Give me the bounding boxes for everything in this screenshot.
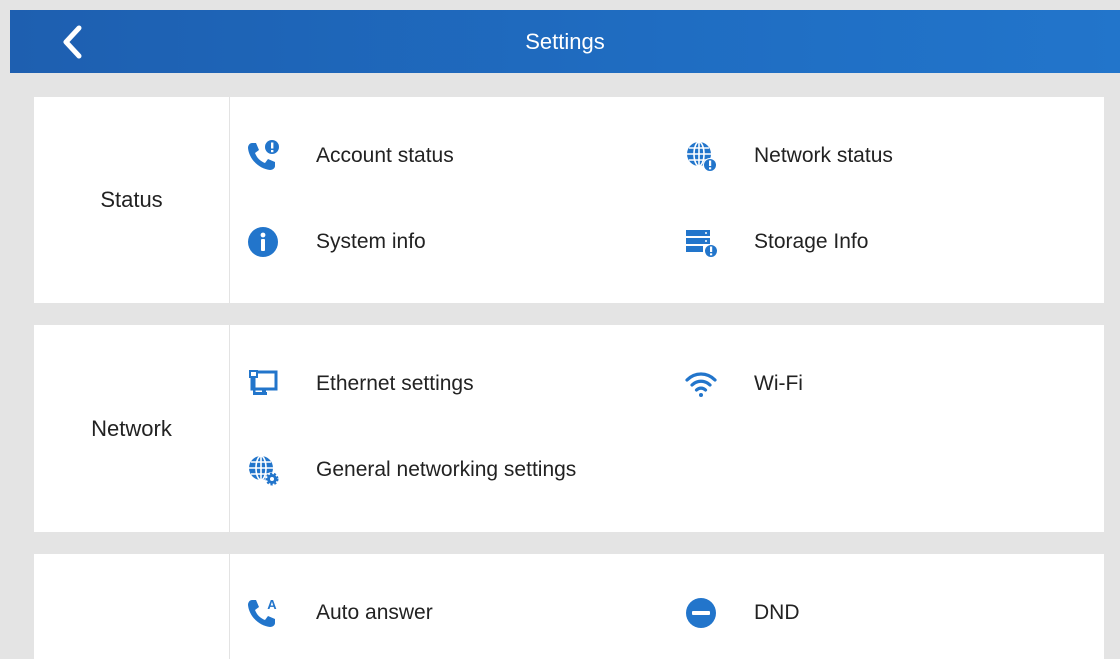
dnd-item[interactable]: DND — [684, 588, 800, 638]
section-label-network: Network — [34, 325, 230, 532]
page-title: Settings — [525, 29, 605, 54]
chevron-left-icon — [61, 25, 83, 59]
dnd-label: DND — [754, 601, 800, 624]
phone-alert-icon — [246, 139, 280, 173]
phone-auto-answer-icon: A — [246, 596, 280, 630]
svg-text:A: A — [267, 597, 277, 612]
section-label-call — [34, 554, 230, 659]
section-label-status: Status — [34, 97, 230, 303]
globe-alert-icon — [684, 139, 718, 173]
back-button[interactable] — [54, 24, 90, 60]
account-status-label: Account status — [316, 144, 454, 167]
storage-info-item[interactable]: Storage Info — [684, 217, 868, 267]
general-networking-settings-item[interactable]: General networking settings — [246, 445, 576, 495]
network-section: Network Ethernet settings Wi-Fi General … — [34, 325, 1104, 532]
network-status-label: Network status — [754, 144, 893, 167]
wifi-label: Wi-Fi — [754, 372, 803, 395]
wifi-icon — [684, 367, 718, 401]
info-icon — [246, 225, 280, 259]
call-section: A Auto answer DND — [34, 554, 1104, 659]
auto-answer-label: Auto answer — [316, 601, 433, 624]
ethernet-settings-item[interactable]: Ethernet settings — [246, 359, 474, 409]
ethernet-icon — [246, 367, 280, 401]
dnd-icon — [684, 596, 718, 630]
status-section: Status Account status Network status Sys… — [34, 97, 1104, 303]
account-status-item[interactable]: Account status — [246, 131, 454, 181]
system-info-label: System info — [316, 230, 426, 253]
globe-gear-icon — [246, 453, 280, 487]
top-bar: Settings — [10, 10, 1120, 73]
storage-alert-icon — [684, 225, 718, 259]
network-status-item[interactable]: Network status — [684, 131, 893, 181]
system-info-item[interactable]: System info — [246, 217, 426, 267]
wifi-item[interactable]: Wi-Fi — [684, 359, 803, 409]
ethernet-settings-label: Ethernet settings — [316, 372, 474, 395]
storage-info-label: Storage Info — [754, 230, 869, 253]
general-networking-settings-label: General networking settings — [316, 458, 577, 481]
auto-answer-item[interactable]: A Auto answer — [246, 588, 433, 638]
